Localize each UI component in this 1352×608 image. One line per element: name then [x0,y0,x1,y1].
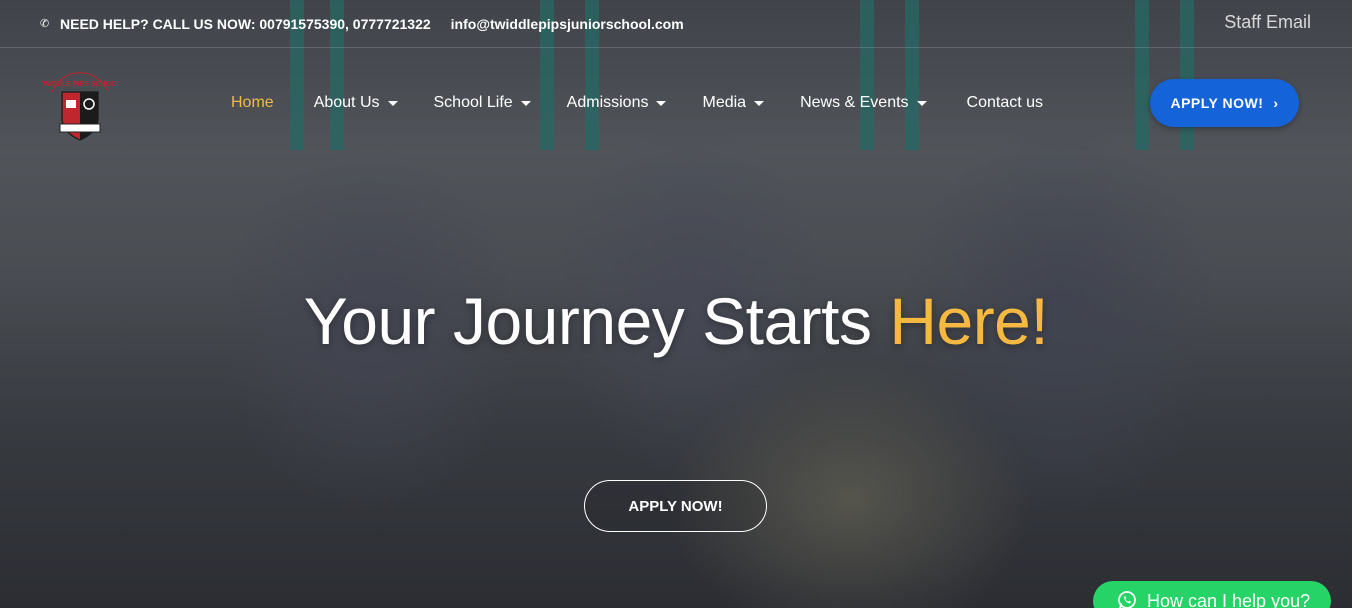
nav-item-label: Admissions [566,94,649,111]
school-crest-icon: TWIDDLE PIPS SCHOOL [39,72,122,141]
apply-now-label: APPLY NOW! [1170,95,1264,111]
nav-item-news-events[interactable]: News & Events [800,94,927,112]
nav-item-label: About Us [313,94,380,111]
nav-item-media[interactable]: Media [702,94,765,112]
nav-item-label: News & Events [800,94,909,111]
nav-item-home[interactable]: Home [231,94,274,112]
school-logo[interactable]: TWIDDLE PIPS SCHOOL [39,70,122,146]
help-phone-text[interactable]: NEED HELP? CALL US NOW: 00791575390, 077… [60,16,431,32]
top-bar: ✆ NEED HELP? CALL US NOW: 00791575390, 0… [0,0,1352,48]
nav-item-label: Contact us [966,94,1044,111]
apply-now-header-button[interactable]: APPLY NOW! › [1150,79,1299,127]
nav-item-label: School Life [433,94,513,111]
phone-icon: ✆ [40,18,50,30]
nav-item-school-life[interactable]: School Life [434,94,531,112]
main-navigation: Home About Us School Life Admissions Med… [231,94,1043,112]
nav-item-contact-us[interactable]: Contact us [967,94,1043,112]
caret-down-icon [754,100,765,106]
hero-title-highlight: Here! [889,284,1049,358]
svg-text:TWIDDLE PIPS SCHOOL: TWIDDLE PIPS SCHOOL [42,81,118,88]
caret-down-icon [916,100,927,106]
caret-down-icon [520,100,531,106]
hero-title: Your Journey Starts Here! [0,283,1352,359]
nav-item-about-us[interactable]: About Us [314,94,398,112]
whatsapp-chat-button[interactable]: How can I help you? [1093,581,1331,608]
chevron-right-icon: › [1273,95,1279,111]
caret-down-icon [387,100,398,106]
staff-email-link[interactable]: Staff Email [1224,12,1311,33]
hero-title-main: Your Journey Starts [303,284,890,358]
whatsapp-label: How can I help you? [1147,590,1311,608]
caret-down-icon [656,100,667,106]
contact-email-link[interactable]: info@twiddlepipsjuniorschool.com [451,16,684,32]
whatsapp-icon [1118,591,1136,608]
apply-now-hero-label: APPLY NOW! [628,497,723,515]
nav-item-admissions[interactable]: Admissions [567,94,667,112]
nav-item-label: Media [702,94,747,111]
apply-now-hero-button[interactable]: APPLY NOW! [584,480,767,532]
nav-item-label: Home [231,94,274,111]
